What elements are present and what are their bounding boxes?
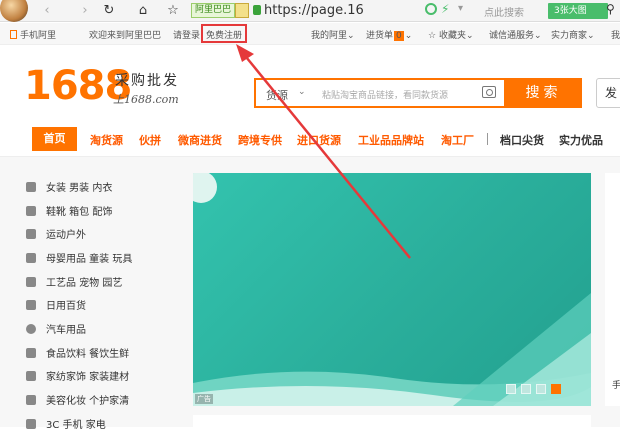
annotation-arrow [236,44,411,259]
